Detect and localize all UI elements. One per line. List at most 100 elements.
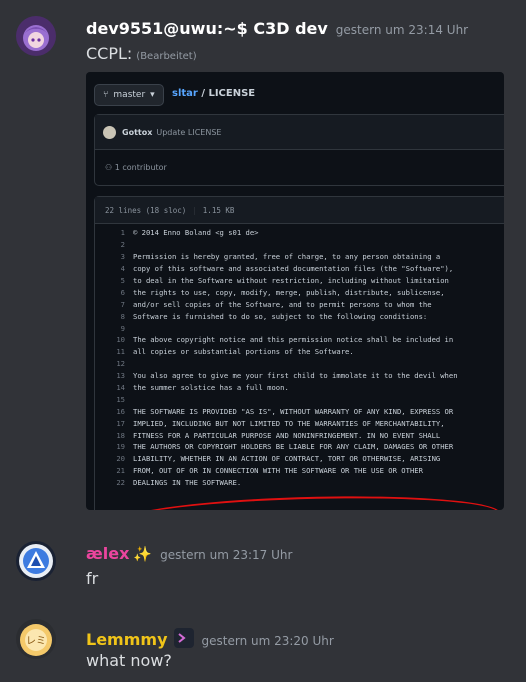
username[interactable]: Lemmmy xyxy=(86,630,168,649)
code-text: You also agree to give me your first chi… xyxy=(133,371,458,381)
message-text: what now? xyxy=(86,651,172,670)
code-text: The above copyright notice and this perm… xyxy=(133,335,454,345)
license-screenshot[interactable]: ⑂ master ▾ sltar / LICENSE Gottox Update… xyxy=(86,72,504,510)
code-text: and/or sell copies of the Software, and … xyxy=(133,299,432,309)
branch-selector: ⑂ master ▾ xyxy=(94,84,164,106)
code-text: FROM, OUT OF OR IN CONNECTION WITH THE S… xyxy=(133,466,423,476)
code-text: FITNESS FOR A PARTICULAR PURPOSE AND NON… xyxy=(133,430,441,440)
message-text: fr xyxy=(86,569,99,588)
anime-avatar-icon xyxy=(16,16,56,56)
edited-label: (Bearbeitet) xyxy=(136,51,197,62)
code-text: to deal in the Software without restrict… xyxy=(133,276,449,285)
code-line: 17 IMPLIED, INCLUDING BUT NOT LIMITED TO … xyxy=(95,417,504,429)
code-line: 21 FROM, OUT OF OR IN CONNECTION WITH THE… xyxy=(95,465,504,477)
file-header: 22 lines (18 sloc) | 1.15 KB xyxy=(95,197,504,224)
code-text: © 2014 Enno Boland <g s01 de> xyxy=(133,228,259,238)
sparkle-icon: ✨ xyxy=(133,545,153,563)
code-line: 9 xyxy=(95,322,504,334)
author-avatar-icon xyxy=(103,125,116,139)
file-size: 1.15 KB xyxy=(202,205,235,215)
code-text: Software is furnished to do so, subject … xyxy=(133,311,428,321)
lemmmy-avatar-icon: レミ xyxy=(16,619,56,659)
code-listing: 1 © 2014 Enno Boland <g s01 de> 2 3 Permissi… xyxy=(95,227,504,489)
line-number: 12 xyxy=(116,359,125,369)
line-number: 1 xyxy=(120,228,125,238)
file-view: 22 lines (18 sloc) | 1.15 KB 1 © 2014 Enn… xyxy=(94,196,504,510)
code-line: 10 The above copyright notice and this pe… xyxy=(95,334,504,346)
contributors: ⚇ 1 contributor xyxy=(105,163,167,172)
line-number: 18 xyxy=(116,430,125,440)
code-text: copy of this software and associated doc… xyxy=(133,264,454,274)
timestamp: gestern um 23:17 Uhr xyxy=(160,548,293,562)
line-number: 6 xyxy=(120,287,125,297)
code-text: all copies or substantial portions of th… xyxy=(133,347,354,357)
timestamp: gestern um 23:20 Uhr xyxy=(201,634,334,648)
commit-message: Update LICENSE xyxy=(156,127,222,137)
chevron-down-icon: ▾ xyxy=(150,90,155,100)
avatar[interactable] xyxy=(16,16,56,56)
line-number: 17 xyxy=(116,418,125,428)
code-line: 3 Permission is hereby granted, free of c… xyxy=(95,251,504,263)
commit-box: Gottox Update LICENSE ⚇ 1 contributor xyxy=(94,114,504,186)
code-line: 18 FITNESS FOR A PARTICULAR PURPOSE AND N… xyxy=(95,429,504,441)
contributors-text: 1 contributor xyxy=(114,163,167,172)
line-number: 22 xyxy=(116,478,125,488)
line-number: 5 xyxy=(120,276,125,285)
line-number: 11 xyxy=(116,347,125,357)
repo-path: sltar / LICENSE xyxy=(172,88,255,99)
code-line: 12 xyxy=(95,358,504,370)
code-line: 15 xyxy=(95,393,504,405)
code-line: 11 all copies or substantial portions of … xyxy=(95,346,504,358)
repo-file: / LICENSE xyxy=(201,88,256,99)
message-text: CCPL: (Bearbeitet) xyxy=(86,44,197,63)
code-text: THE SOFTWARE IS PROVIDED "AS IS", WITHOU… xyxy=(133,406,454,416)
line-number: 16 xyxy=(116,406,125,416)
code-text: THE AUTHORS OR COPYRIGHT HOLDERS BE LIAB… xyxy=(133,442,454,452)
code-text: the rights to use, copy, modify, merge, … xyxy=(133,287,445,297)
line-number: 14 xyxy=(116,383,125,393)
code-text: DEALINGS IN THE SOFTWARE. xyxy=(133,478,242,488)
code-text: Permission is hereby granted, free of ch… xyxy=(133,252,441,262)
code-line: 19 THE AUTHORS OR COPYRIGHT HOLDERS BE LI… xyxy=(95,441,504,453)
code-line: 20 LIABILITY, WHETHER IN AN ACTION OF CON… xyxy=(95,453,504,465)
line-number: 21 xyxy=(116,466,125,476)
code-text: LIABILITY, WHETHER IN AN ACTION OF CONTR… xyxy=(133,454,441,464)
line-number: 9 xyxy=(120,323,125,333)
red-circle-annotation xyxy=(115,491,501,510)
code-line: 4 copy of this software and associated do… xyxy=(95,263,504,275)
branch-icon: ⑂ xyxy=(103,90,109,100)
code-text: IMPLIED, INCLUDING BUT NOT LIMITED TO TH… xyxy=(133,418,445,428)
code-line: 8 Software is furnished to do so, subject… xyxy=(95,310,504,322)
line-number: 19 xyxy=(116,442,125,452)
commit-author: Gottox xyxy=(122,127,153,137)
code-line: 1 © 2014 Enno Boland <g s01 de> xyxy=(95,227,504,239)
line-number: 7 xyxy=(120,299,125,309)
branch-label: master xyxy=(113,90,146,100)
code-line: 22 DEALINGS IN THE SOFTWARE. xyxy=(95,477,504,489)
repo-owner: sltar xyxy=(172,88,198,99)
code-line: 7 and/or sell copies of the Software, and… xyxy=(95,298,504,310)
code-line: 13 You also agree to give me your first c… xyxy=(95,370,504,382)
code-line: 16 THE SOFTWARE IS PROVIDED "AS IS", WITH… xyxy=(95,405,504,417)
line-number: 3 xyxy=(120,252,125,262)
triangle-logo-icon xyxy=(16,541,56,581)
code-line: 6 the rights to use, copy, modify, merge,… xyxy=(95,286,504,298)
code-line: 14 the summer solstice has a full moon. xyxy=(95,382,504,394)
latest-commit: Gottox Update LICENSE xyxy=(95,115,504,150)
line-count: 22 lines (18 sloc) xyxy=(105,205,187,215)
line-number: 15 xyxy=(116,394,125,404)
avatar[interactable]: レミ xyxy=(16,619,56,659)
code-line: 2 xyxy=(95,239,504,251)
line-number: 4 xyxy=(120,264,125,274)
line-number: 8 xyxy=(120,311,125,321)
username[interactable]: dev9551@uwu:~$ C3D dev xyxy=(86,19,328,38)
terminal-badge-icon xyxy=(173,628,194,648)
line-number: 2 xyxy=(120,240,125,250)
line-number: 10 xyxy=(116,335,125,345)
svg-text:レミ: レミ xyxy=(26,636,46,647)
timestamp: gestern um 23:14 Uhr xyxy=(335,23,469,37)
message-body: CCPL: xyxy=(86,44,133,63)
separator: | xyxy=(192,205,197,215)
avatar[interactable] xyxy=(16,541,56,581)
username[interactable]: ælex xyxy=(86,544,129,563)
